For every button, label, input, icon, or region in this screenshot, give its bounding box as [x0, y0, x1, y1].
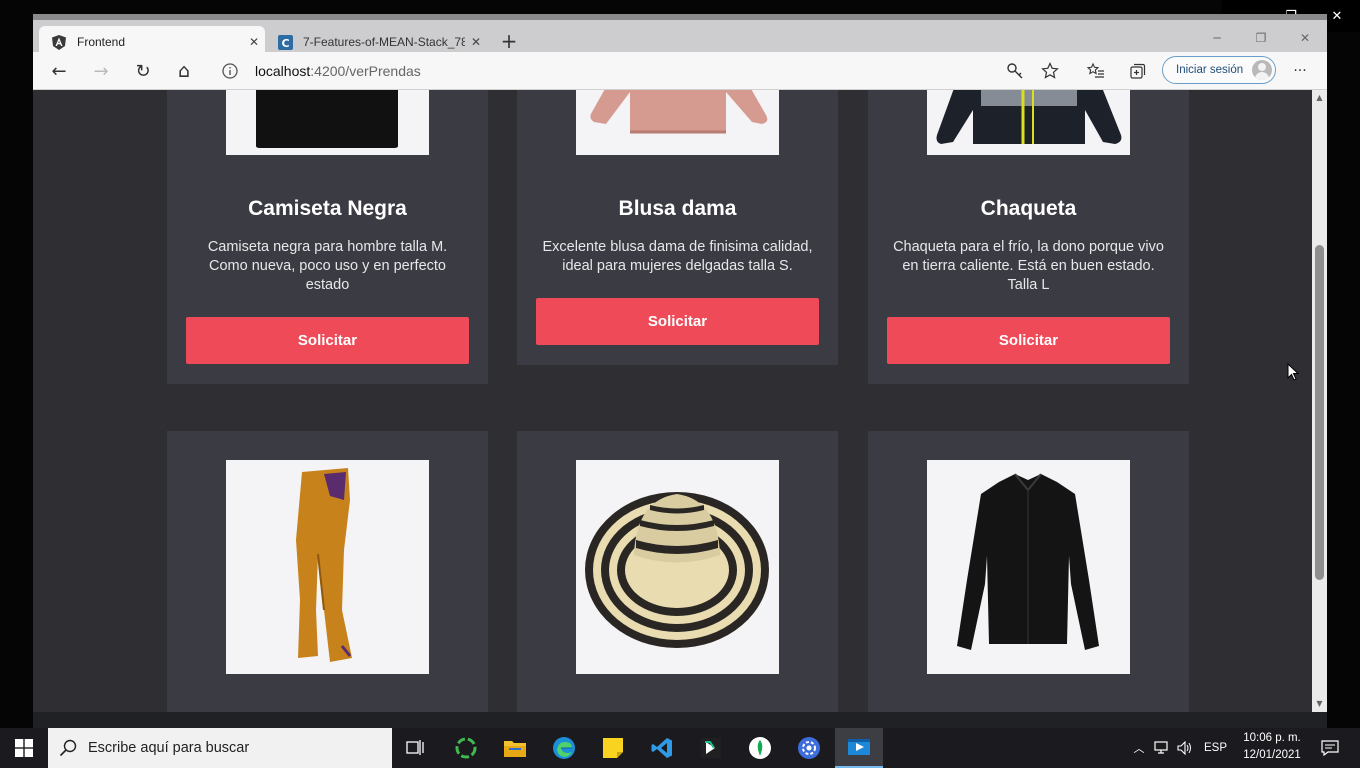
page-viewport: Camiseta Negra Camiseta negra para hombr… [33, 90, 1327, 712]
scroll-up-icon[interactable]: ▲ [1312, 92, 1327, 104]
product-image [226, 90, 429, 155]
browser-toolbar: ← → ↻ ⌂ localhost:4200/verPrendas Inicia… [33, 52, 1327, 90]
product-image [576, 90, 779, 155]
product-image [927, 90, 1130, 155]
product-description: Excelente blusa dama de finisima calidad… [542, 239, 813, 274]
network-icon[interactable] [1150, 741, 1174, 755]
url-host: localhost [255, 63, 311, 79]
clock[interactable]: 10:06 p. m. 12/01/2021 [1228, 730, 1316, 764]
product-name: Chaqueta [980, 197, 1077, 220]
product-description: Camiseta negra para hombre talla M. Como… [207, 239, 448, 293]
product-name: Camiseta Negra [248, 197, 407, 220]
signin-label: Iniciar sesión [1176, 64, 1244, 76]
scrollbar-thumb[interactable] [1315, 245, 1324, 580]
product-name: Blusa dama [618, 197, 737, 220]
browser-minimize-button[interactable]: ─ [1195, 26, 1239, 54]
tab-close-icon[interactable]: ✕ [465, 35, 487, 49]
language-indicator[interactable]: ESP [1204, 742, 1227, 754]
sticky-notes-icon[interactable] [589, 728, 637, 768]
mongodb-icon[interactable] [736, 728, 784, 768]
notifications-icon[interactable] [1316, 728, 1344, 768]
app-gear-icon[interactable] [785, 728, 833, 768]
orange-pants-image [296, 468, 352, 662]
search-placeholder: Escribe aquí para buscar [88, 740, 250, 756]
system-tray: ︿ ESP [1128, 728, 1227, 768]
tab-title: 7-Features-of-MEAN-Stack_785 [303, 35, 465, 49]
file-explorer-icon[interactable] [491, 728, 539, 768]
signin-button[interactable]: Iniciar sesión [1162, 56, 1276, 84]
scrollbar[interactable]: ▲ ▼ [1312, 90, 1327, 712]
search-icon [48, 739, 88, 757]
c-icon: C [277, 34, 293, 50]
windows-start-icon[interactable] [0, 728, 48, 768]
favorites-icon[interactable] [1082, 57, 1110, 85]
address-bar[interactable]: localhost:4200/verPrendas [213, 56, 941, 86]
browser-close-button[interactable]: ✕ [1283, 26, 1327, 54]
mouse-cursor-icon [1287, 362, 1300, 386]
product-card: Blusa dama Excelente blusa dama de finis… [517, 90, 838, 365]
info-icon[interactable] [219, 60, 241, 82]
product-image [226, 460, 429, 674]
browser-window: Frontend ✕ C 7-Features-of-MEAN-Stack_78… [33, 14, 1327, 728]
product-card [517, 431, 838, 712]
vueltiao-hat-image [585, 492, 769, 648]
svg-text:C: C [281, 37, 289, 50]
back-icon[interactable]: ← [45, 57, 73, 85]
angular-icon [51, 34, 67, 50]
taskbar: Escribe aquí para buscar ︿ ESP 10:06 p. … [0, 728, 1360, 768]
product-card: Chaqueta Chaqueta para el frío, la dono … [868, 90, 1189, 384]
tab-strip: Frontend ✕ C 7-Features-of-MEAN-Stack_78… [33, 14, 1327, 58]
solicitar-button[interactable]: Solicitar [887, 317, 1170, 364]
clock-date: 12/01/2021 [1243, 749, 1301, 761]
favorite-star-icon[interactable] [1036, 57, 1064, 85]
collections-icon[interactable] [1124, 57, 1152, 85]
edge-icon[interactable] [540, 728, 588, 768]
vscode-icon[interactable] [638, 728, 686, 768]
key-icon[interactable] [1001, 57, 1029, 85]
pink-blouse-image [590, 90, 768, 134]
product-image [576, 460, 779, 674]
home-icon[interactable]: ⌂ [170, 57, 198, 85]
volume-icon[interactable] [1174, 741, 1196, 755]
product-card [868, 431, 1189, 712]
black-shirt-image [957, 473, 1099, 650]
app-arrow-icon[interactable] [687, 728, 735, 768]
solicitar-button[interactable]: Solicitar [536, 298, 819, 345]
browser-window-buttons: ─ ❐ ✕ [1195, 26, 1327, 54]
product-card [167, 431, 488, 712]
product-card: Camiseta Negra Camiseta negra para hombr… [167, 90, 488, 384]
jacket-image [936, 90, 1122, 144]
product-description: Chaqueta para el frío, la dono porque vi… [893, 239, 1164, 293]
task-view-icon[interactable] [392, 728, 440, 768]
avatar-icon [1252, 60, 1272, 80]
clock-time: 10:06 p. m. [1243, 732, 1301, 744]
url-path: :4200/verPrendas [310, 63, 421, 79]
product-image [927, 460, 1130, 674]
solicitar-button[interactable]: Solicitar [186, 317, 469, 364]
scroll-down-icon[interactable]: ▼ [1312, 698, 1327, 710]
tab-close-icon[interactable]: ✕ [243, 35, 265, 49]
black-tshirt-image [256, 90, 398, 148]
forward-icon[interactable]: → [87, 57, 115, 85]
taskbar-search-box[interactable]: Escribe aquí para buscar [48, 728, 392, 768]
chevron-up-icon[interactable]: ︿ [1128, 740, 1150, 756]
browser-maximize-button[interactable]: ❐ [1239, 26, 1283, 54]
refresh-icon[interactable]: ↻ [129, 57, 157, 85]
app-ring-icon[interactable] [442, 728, 490, 768]
tab-title: Frontend [77, 35, 126, 49]
active-app-icon[interactable] [835, 728, 883, 768]
more-menu-icon[interactable]: ··· [1286, 57, 1314, 85]
new-tab-button[interactable]: + [497, 30, 521, 54]
